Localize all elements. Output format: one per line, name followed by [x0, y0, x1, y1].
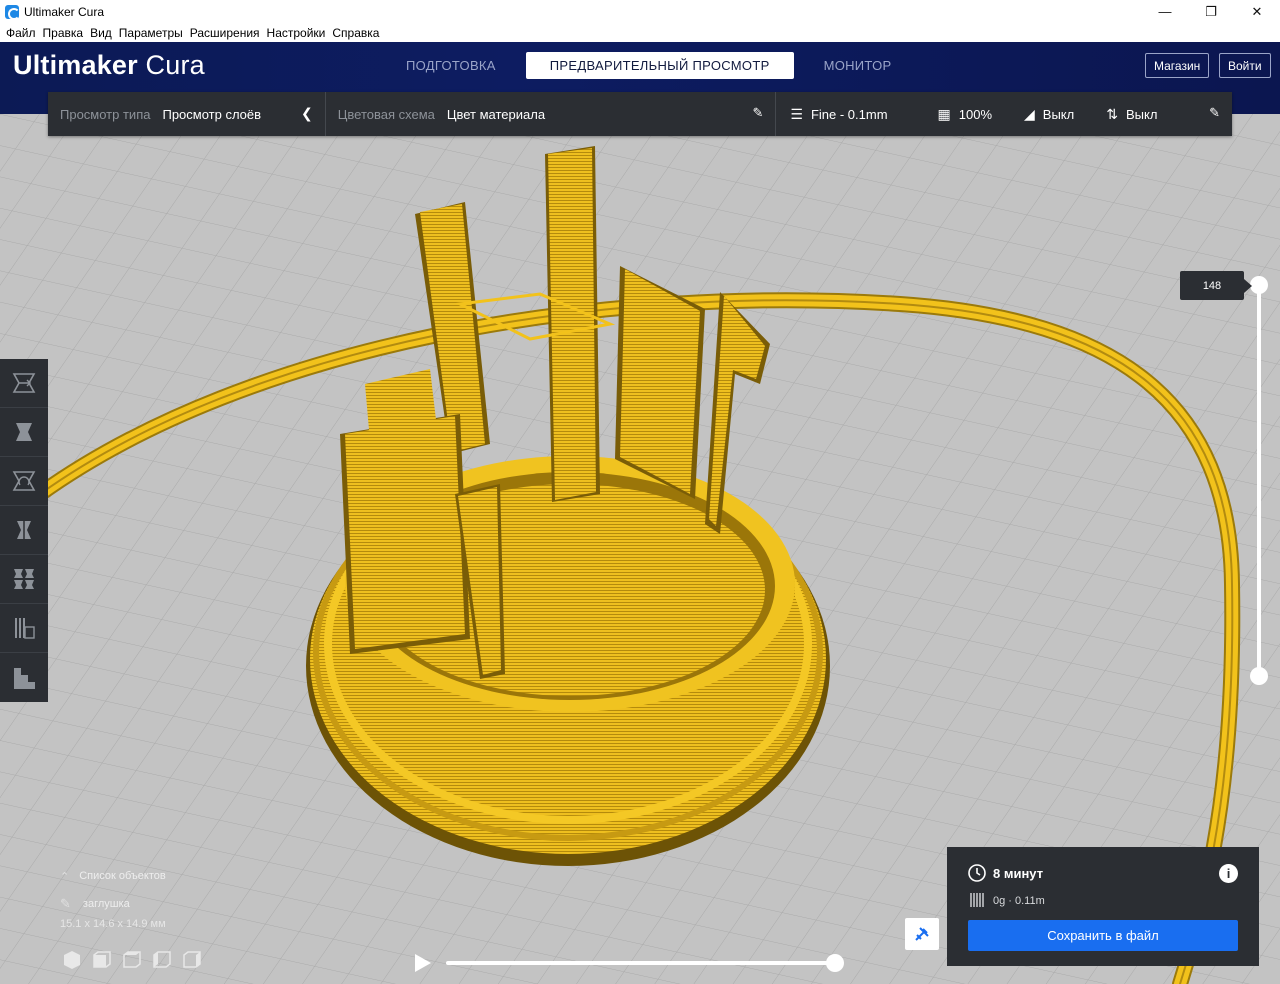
pencil-icon[interactable]: ✎ — [1209, 105, 1220, 121]
move-icon — [12, 373, 36, 393]
menu-preferences[interactable]: Настройки — [264, 26, 329, 40]
menu-help[interactable]: Справка — [329, 26, 382, 40]
play-icon[interactable] — [415, 954, 431, 972]
cura-app-icon — [5, 4, 20, 20]
path-slider-handle[interactable] — [826, 954, 844, 972]
infill-value: 100% — [958, 106, 993, 122]
info-icon[interactable]: i — [1219, 864, 1238, 883]
minimize-icon[interactable]: — — [1142, 0, 1188, 23]
print-settings-summary[interactable]: ☰ Fine - 0.1mm ▦ 100% ◢ Выкл ⇅ Выкл ✎ — [776, 92, 1232, 136]
view-type-label: Просмотр типа — [60, 106, 151, 122]
chevron-left-icon[interactable]: ❮ — [301, 105, 313, 122]
view-top-icon[interactable] — [123, 951, 141, 968]
object-list: ⌃ Список объектов ✎ заглушка 15.1 x 14.6… — [60, 866, 166, 934]
brand-product: Cura — [137, 50, 205, 80]
move-tool[interactable] — [0, 359, 48, 408]
scale-tool[interactable] — [0, 408, 48, 457]
color-scheme-label: Цветовая схема — [337, 106, 435, 122]
view-right-icon[interactable] — [183, 951, 201, 968]
profile-value: Fine - 0.1mm — [810, 106, 888, 122]
tab-monitor[interactable]: МОНИТОР — [808, 52, 908, 79]
infill-icon: ▦ — [937, 105, 951, 122]
view-3d-icon[interactable] — [64, 951, 80, 969]
post-processing-button[interactable] — [905, 918, 939, 950]
menu-bar: Файл Правка Вид Параметры Расширения Нас… — [0, 23, 1280, 42]
signin-button[interactable]: Войти — [1219, 53, 1271, 78]
tools-icon — [915, 927, 929, 941]
color-scheme-selector[interactable]: Цветовая схема Цвет материала ✎ — [326, 92, 776, 136]
object-list-header: Список объектов — [79, 870, 166, 882]
menu-settings[interactable]: Параметры — [116, 26, 186, 40]
brand-logo: Ultimaker Cura — [13, 50, 205, 81]
mirror-icon — [17, 520, 31, 540]
stairs-icon — [14, 667, 35, 689]
material-usage: 0g · 0.11m — [993, 895, 1045, 907]
support-blocker-icon — [15, 618, 35, 639]
layer-slider-bottom-handle[interactable] — [1250, 667, 1268, 685]
layer-slider-top-handle[interactable] — [1250, 276, 1268, 294]
camera-view-buttons — [64, 951, 201, 969]
support-value: Выкл — [1042, 106, 1075, 122]
menu-edit[interactable]: Правка — [40, 26, 87, 40]
print-time: 8 минут — [993, 866, 1044, 881]
object-name: заглушка — [82, 898, 130, 910]
view-type-value: Просмотр слоёв — [162, 106, 262, 122]
window-title: Ultimaker Cura — [24, 4, 105, 19]
view-settings-bar: Просмотр типа Просмотр слоёв ❮ Цветовая … — [48, 92, 1232, 136]
rotate-icon — [12, 471, 36, 491]
menu-file[interactable]: Файл — [3, 26, 39, 40]
brand-name: Ultimaker — [13, 50, 138, 80]
print-output-panel: 8 минут 0g · 0.11m i Сохранить в файл — [947, 847, 1259, 966]
tab-prepare[interactable]: ПОДГОТОВКА — [390, 52, 512, 79]
layer-slider-track[interactable] — [1257, 283, 1261, 676]
scale-icon — [16, 423, 32, 441]
support-blocker-tool[interactable] — [0, 604, 48, 653]
menu-extensions[interactable]: Расширения — [187, 26, 263, 40]
mirror-tool[interactable] — [0, 506, 48, 555]
window-controls: — ❐ ✕ — [1142, 0, 1280, 23]
tab-preview[interactable]: ПРЕДВАРИТЕЛЬНЫЙ ПРОСМОТР — [525, 52, 794, 79]
profile-icon: ☰ — [790, 105, 803, 122]
per-model-settings-tool[interactable] — [0, 555, 48, 604]
stage-tabs: ПОДГОТОВКА ПРЕДВАРИТЕЛЬНЫЙ ПРОСМОТР МОНИ… — [390, 52, 907, 79]
layer-number-input[interactable]: 148 — [1180, 271, 1252, 300]
view-type-selector[interactable]: Просмотр типа Просмотр слоёв ❮ — [48, 92, 325, 136]
chevron-up-icon: ⌃ — [60, 870, 70, 883]
per-model-settings-icon — [14, 569, 34, 589]
adhesion-icon: ⇅ — [1106, 105, 1118, 122]
layer-tool[interactable] — [0, 653, 48, 702]
material-spool-icon — [970, 893, 984, 907]
save-to-file-button[interactable]: Сохранить в файл — [968, 920, 1238, 951]
pencil-icon[interactable]: ✎ — [752, 105, 763, 121]
clock-icon — [968, 864, 986, 882]
pencil-icon: ✎ — [60, 896, 71, 911]
adhesion-value: Выкл — [1125, 106, 1158, 122]
path-slider-track[interactable] — [446, 961, 836, 965]
window-titlebar: Ultimaker Cura — ❐ ✕ — [0, 0, 1280, 23]
object-list-toggle[interactable]: ⌃ Список объектов — [60, 866, 166, 886]
close-icon[interactable]: ✕ — [1234, 0, 1280, 23]
view-front-icon[interactable] — [93, 951, 111, 968]
list-item[interactable]: ✎ заглушка — [60, 894, 166, 914]
restore-icon[interactable]: ❐ — [1188, 0, 1234, 23]
color-scheme-value: Цвет материала — [446, 106, 546, 122]
menu-view[interactable]: Вид — [87, 26, 115, 40]
object-dimensions: 15.1 x 14.6 x 14.9 мм — [60, 918, 166, 930]
marketplace-button[interactable]: Магазин — [1145, 53, 1210, 78]
support-icon: ◢ — [1024, 105, 1035, 122]
view-left-icon[interactable] — [153, 951, 171, 968]
left-toolbar — [0, 359, 48, 702]
rotate-tool[interactable] — [0, 457, 48, 506]
